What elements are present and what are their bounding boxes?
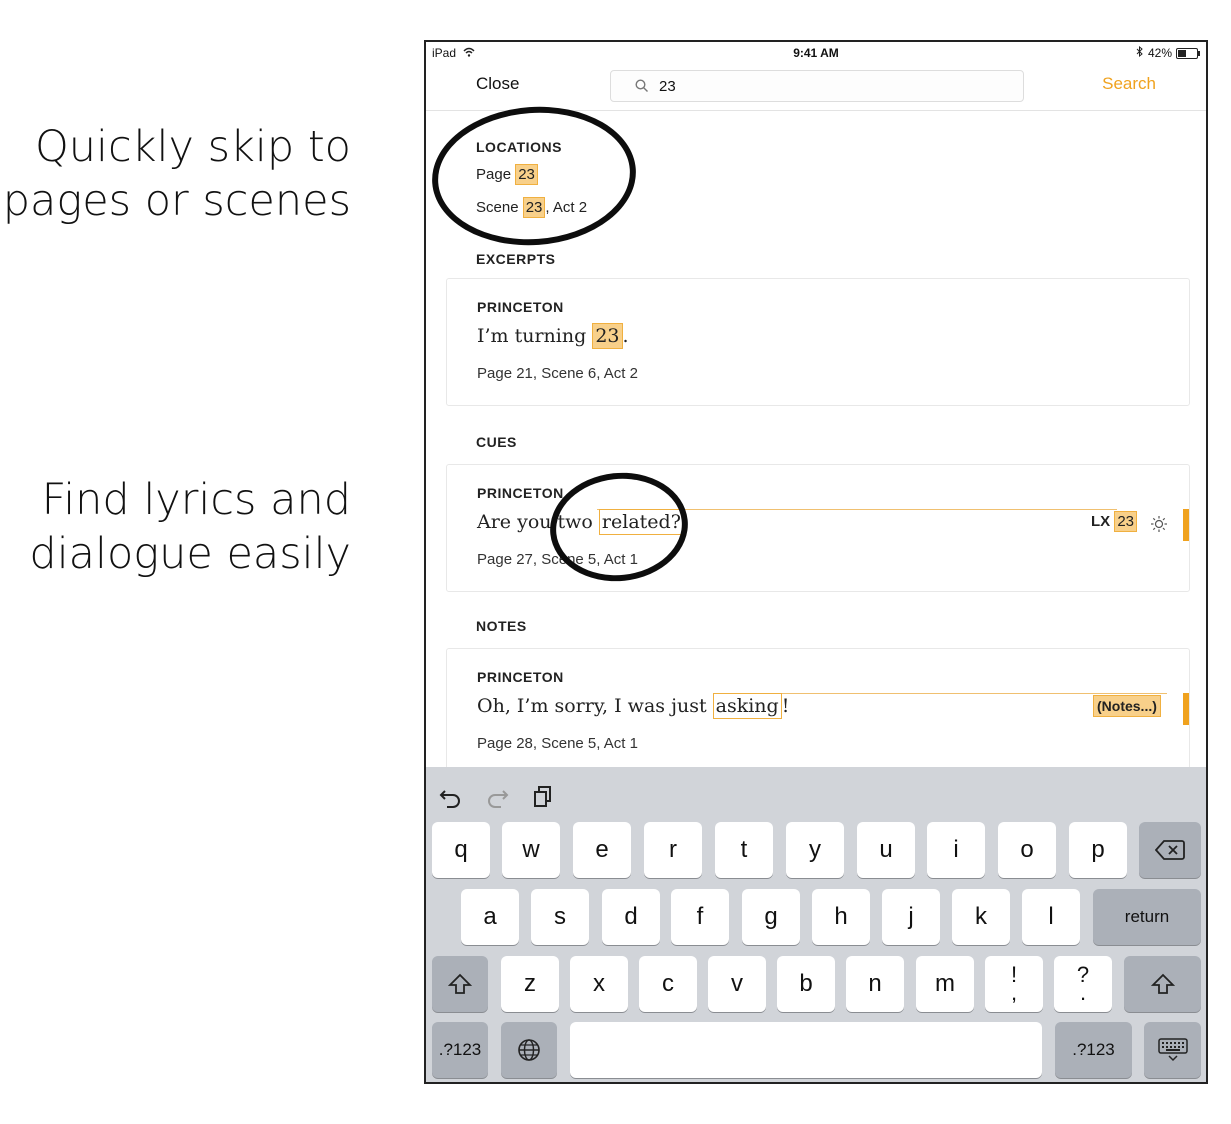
key-e[interactable]: e: [573, 822, 631, 878]
battery-icon: [1176, 47, 1200, 59]
keyboard-dismiss-icon: [1157, 1038, 1188, 1062]
status-bar: iPad 9:41 AM 42%: [426, 42, 1206, 64]
key-stack: ?.: [1077, 964, 1089, 1005]
key-u[interactable]: u: [857, 822, 915, 878]
annotation-circle-locations: [427, 100, 641, 252]
key-c[interactable]: c: [639, 956, 697, 1012]
shift-key-left[interactable]: [432, 956, 488, 1012]
shift-icon: [1150, 973, 1175, 994]
key-h[interactable]: h: [812, 889, 870, 945]
key-q[interactable]: q: [432, 822, 490, 878]
key-i[interactable]: i: [927, 822, 985, 878]
character-name: PRINCETON: [477, 485, 564, 501]
key-w[interactable]: w: [502, 822, 560, 878]
redo-icon[interactable]: [484, 783, 510, 809]
cue-tag: LX 23: [1091, 511, 1138, 532]
key-v[interactable]: v: [708, 956, 766, 1012]
close-button[interactable]: Close: [476, 74, 519, 94]
key-n[interactable]: n: [846, 956, 904, 1012]
numbers-key-left[interactable]: .?123: [432, 1022, 488, 1078]
cue-tag-prefix: LX: [1091, 513, 1111, 530]
excerpts-heading: EXCERPTS: [476, 251, 556, 267]
key-m[interactable]: m: [916, 956, 974, 1012]
key-a[interactable]: a: [461, 889, 519, 945]
line-text: .: [622, 325, 629, 347]
key-d[interactable]: d: [602, 889, 660, 945]
key-g[interactable]: g: [742, 889, 800, 945]
delete-key[interactable]: [1139, 822, 1201, 878]
excerpt-card[interactable]: PRINCETON I’m turning 23. Page 21, Scene…: [446, 278, 1190, 406]
search-icon: [635, 79, 648, 92]
globe-icon: [518, 1039, 540, 1061]
cue-edge-marker: [1183, 509, 1189, 541]
search-field[interactable]: [610, 70, 1024, 102]
caption-find-lyrics: Find lyrics and dialogue easily: [29, 473, 351, 581]
key-l[interactable]: l: [1022, 889, 1080, 945]
search-nav-bar: Close Search: [426, 64, 1206, 111]
note-line-rule: [737, 693, 1167, 694]
key-question-period[interactable]: ?.: [1054, 956, 1112, 1012]
lighting-icon: [1151, 516, 1167, 532]
match-highlight: asking: [712, 693, 782, 719]
key-s[interactable]: s: [531, 889, 589, 945]
globe-key[interactable]: [501, 1022, 557, 1078]
key-t[interactable]: t: [715, 822, 773, 878]
match-highlight: 23: [592, 323, 623, 349]
key-bottom-char: ,: [1010, 980, 1018, 1005]
key-x[interactable]: x: [570, 956, 628, 1012]
shift-key-right[interactable]: [1124, 956, 1201, 1012]
cues-heading: CUES: [476, 434, 517, 450]
notes-heading: NOTES: [476, 618, 527, 634]
key-exclamation-comma[interactable]: !,: [985, 956, 1043, 1012]
onscreen-keyboard: q w e r t y u i o p a s d f g h j k l re…: [426, 767, 1206, 1082]
caption-line: Quickly skip to: [34, 122, 351, 172]
key-z[interactable]: z: [501, 956, 559, 1012]
caption-line: dialogue easily: [29, 529, 351, 579]
numbers-key-right[interactable]: .?123: [1055, 1022, 1132, 1078]
key-o[interactable]: o: [998, 822, 1056, 878]
ipad-screen: iPad 9:41 AM 42% Close Search LOCATIONS …: [424, 40, 1208, 1084]
search-results: LOCATIONS Page 23 Scene 23, Act 2 EXCERP…: [426, 100, 1206, 790]
excerpt-line: I’m turning 23.: [477, 323, 629, 349]
key-p[interactable]: p: [1069, 822, 1127, 878]
key-k[interactable]: k: [952, 889, 1010, 945]
paste-icon[interactable]: [530, 783, 556, 809]
excerpt-location: Page 21, Scene 6, Act 2: [477, 365, 638, 382]
key-f[interactable]: f: [671, 889, 729, 945]
caption-skip-pages: Quickly skip to pages or scenes: [3, 120, 351, 228]
line-text: Oh, I’m sorry, I was just: [477, 695, 713, 717]
key-r[interactable]: r: [644, 822, 702, 878]
line-text: !: [781, 695, 790, 717]
caption-line: pages or scenes: [2, 176, 351, 226]
caption-line: Find lyrics and: [41, 475, 351, 525]
note-location: Page 28, Scene 5, Act 1: [477, 735, 638, 752]
key-bottom-char: .: [1079, 980, 1087, 1005]
character-name: PRINCETON: [477, 669, 564, 685]
line-text: I’m turning: [477, 325, 593, 347]
space-bar[interactable]: [570, 1022, 1042, 1078]
battery-fill: [1178, 49, 1187, 57]
note-line: Oh, I’m sorry, I was just asking!: [477, 693, 790, 719]
search-input[interactable]: [657, 76, 961, 96]
key-b[interactable]: b: [777, 956, 835, 1012]
match-highlight: 23: [1114, 511, 1138, 532]
notes-button[interactable]: (Notes...): [1093, 695, 1161, 717]
hide-keyboard-key[interactable]: [1144, 1022, 1201, 1078]
status-right: 42%: [1136, 45, 1200, 60]
note-edge-marker: [1183, 693, 1189, 725]
backspace-icon: [1155, 840, 1185, 860]
battery-percent: 42%: [1147, 46, 1172, 60]
bluetooth-icon: [1136, 45, 1144, 60]
key-y[interactable]: y: [786, 822, 844, 878]
key-j[interactable]: j: [882, 889, 940, 945]
key-stack: !,: [1010, 964, 1018, 1005]
undo-icon[interactable]: [438, 783, 464, 809]
status-time: 9:41 AM: [793, 46, 839, 60]
keyboard-shortcut-bar: [426, 767, 1206, 817]
return-key[interactable]: return: [1093, 889, 1201, 945]
shift-icon: [448, 973, 472, 994]
character-name: PRINCETON: [477, 299, 564, 315]
search-button[interactable]: Search: [1102, 74, 1156, 94]
